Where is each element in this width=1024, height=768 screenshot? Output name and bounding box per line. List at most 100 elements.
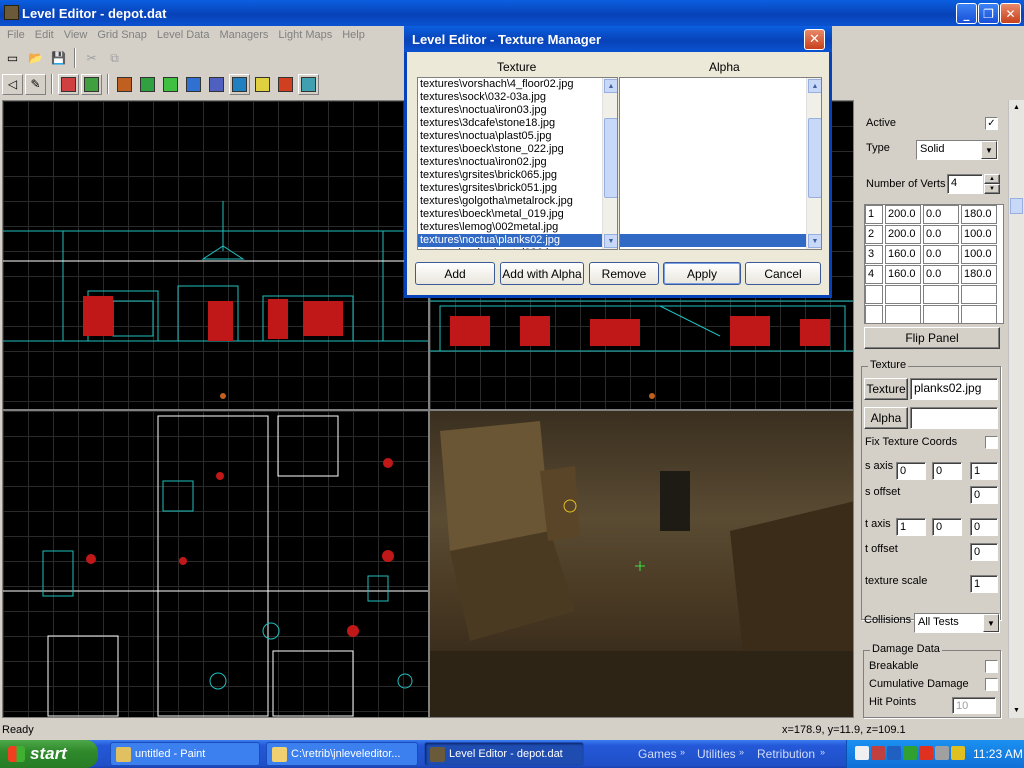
minimize-button[interactable]: _	[956, 3, 977, 24]
texture-list-item[interactable]: textures\noctua\plast05.jpg	[418, 130, 602, 143]
menu-file[interactable]: File	[2, 29, 30, 41]
vertex-tool-icon[interactable]	[58, 73, 79, 95]
texture-list-item[interactable]: textures\grsites\metal036.jpg	[418, 247, 602, 249]
vertex-coord[interactable]	[961, 305, 997, 324]
cut-icon[interactable]: ✂	[81, 48, 102, 69]
scroll-up-icon[interactable]: ▲	[808, 79, 821, 93]
cumulative-checkbox[interactable]	[985, 678, 998, 691]
menu-view[interactable]: View	[59, 29, 93, 41]
viewport-front[interactable]	[2, 100, 429, 410]
alpha-list-scrollbar[interactable]: ▲ ▼	[806, 78, 821, 249]
texture-cube-icon[interactable]	[229, 73, 250, 95]
viewport-3d-camera[interactable]	[429, 410, 854, 718]
vertex-coord[interactable]: 180.0	[961, 265, 997, 284]
light-bulb-icon[interactable]	[252, 74, 273, 95]
vertex-coord[interactable]: 0.0	[923, 265, 959, 284]
texture-name-field[interactable]: planks02.jpg	[910, 378, 998, 400]
menu-grid-snap[interactable]: Grid Snap	[92, 29, 152, 41]
task-paint[interactable]: untitled - Paint	[110, 742, 260, 766]
title-bar[interactable]: Level Editor - depot.dat _ ❐ ✕	[0, 0, 1024, 26]
monitor-icon[interactable]	[887, 746, 901, 760]
alpha-name-field[interactable]	[910, 407, 998, 429]
texture-list-item[interactable]: textures\3dcafe\stone18.jpg	[418, 117, 602, 130]
add-entity-icon[interactable]	[137, 74, 158, 95]
menu-help[interactable]: Help	[337, 29, 370, 41]
network-icon[interactable]	[855, 746, 869, 760]
security-icon[interactable]	[871, 746, 885, 760]
s-axis-y[interactable]: 0	[932, 462, 962, 480]
vertex-coord[interactable]	[885, 305, 921, 324]
vertex-coord[interactable]: 100.0	[961, 225, 997, 244]
task-explorer[interactable]: C:\retrib\jnleveleditor...	[266, 742, 418, 766]
quick-retribution[interactable]: Retribution	[757, 747, 815, 761]
dialog-close-icon[interactable]: ✕	[804, 29, 825, 50]
texture-list-scrollbar[interactable]: ▲ ▼	[602, 78, 617, 249]
vertex-coord[interactable]: 0.0	[923, 245, 959, 264]
s-axis-x[interactable]: 0	[896, 462, 926, 480]
save-icon[interactable]: 💾	[48, 48, 69, 69]
scroll-thumb[interactable]	[1010, 198, 1023, 214]
scroll-up-icon[interactable]: ▲	[1009, 100, 1024, 115]
scroll-up-icon[interactable]: ▲	[604, 79, 617, 93]
texture-button[interactable]: Texture	[864, 378, 908, 400]
close-button[interactable]: ✕	[1000, 3, 1021, 24]
t-axis-x[interactable]: 1	[896, 518, 926, 536]
vertex-coord[interactable]	[885, 285, 921, 304]
vertex-coord[interactable]	[923, 305, 959, 324]
texture-list-item[interactable]: textures\sock\032-03a.jpg	[418, 91, 602, 104]
menu-light-maps[interactable]: Light Maps	[273, 29, 337, 41]
remove-button[interactable]: Remove	[589, 262, 659, 285]
vertex-coord[interactable]: 200.0	[885, 225, 921, 244]
verts-input[interactable]: 4	[947, 174, 983, 194]
texture-list-item[interactable]: textures\grsites\brick051.jpg	[418, 182, 602, 195]
texture-list-item[interactable]: textures\golgotha\metalrock.jpg	[418, 195, 602, 208]
tex-scale-input[interactable]: 1	[970, 575, 998, 593]
flip-panel-button[interactable]: Flip Panel	[864, 327, 1000, 349]
viewport-top[interactable]	[2, 410, 429, 718]
vertex-coord[interactable]: 180.0	[961, 205, 997, 224]
menu-managers[interactable]: Managers	[214, 29, 273, 41]
scroll-down-icon[interactable]: ▼	[604, 234, 617, 248]
active-checkbox[interactable]: ✓	[985, 117, 998, 130]
green-tray-icon[interactable]	[903, 746, 917, 760]
quick-utilities[interactable]: Utilities	[697, 747, 736, 761]
verts-up-icon[interactable]: ▲	[984, 174, 1000, 184]
scroll-down-icon[interactable]: ▼	[808, 234, 821, 248]
vertex-coord[interactable]: 100.0	[961, 245, 997, 264]
path-node-icon[interactable]	[183, 74, 204, 95]
verts-down-icon[interactable]: ▼	[984, 184, 1000, 194]
copy-icon[interactable]: ⧉	[104, 48, 125, 69]
s-offset-input[interactable]: 0	[970, 486, 998, 504]
select-arrow-icon[interactable]: ◁	[2, 73, 23, 95]
vertex-coord[interactable]: 0.0	[923, 225, 959, 244]
dialog-title-bar[interactable]: Level Editor - Texture Manager	[404, 26, 832, 52]
t-axis-z[interactable]: 0	[970, 518, 998, 536]
menu-level-data[interactable]: Level Data	[152, 29, 215, 41]
vertex-coord[interactable]: 200.0	[885, 205, 921, 224]
texture-list-item[interactable]: textures\grsites\brick065.jpg	[418, 169, 602, 182]
t-axis-y[interactable]: 0	[932, 518, 962, 536]
alpha-list[interactable]: ▲ ▼	[619, 77, 822, 250]
menu-edit[interactable]: Edit	[30, 29, 59, 41]
texture-list[interactable]: textures\vorshach\4_floor02.jpg textures\…	[417, 77, 618, 250]
volume-icon[interactable]	[935, 746, 949, 760]
alpha-selected-row[interactable]	[620, 234, 806, 247]
texture-list-item[interactable]: textures\vorshach\4_floor02.jpg	[418, 78, 602, 91]
vertex-coord[interactable]	[961, 285, 997, 304]
vertex-coord[interactable]	[923, 285, 959, 304]
s-axis-z[interactable]: 1	[970, 462, 998, 480]
fix-coords-checkbox[interactable]	[985, 436, 998, 449]
breakable-checkbox[interactable]	[985, 660, 998, 673]
new-file-icon[interactable]: ▭	[2, 48, 23, 69]
entity-tool-icon[interactable]	[114, 74, 135, 95]
texture-list-item[interactable]: textures\noctua\iron02.jpg	[418, 156, 602, 169]
scroll-down-icon[interactable]: ▼	[1009, 703, 1024, 718]
texture-list-item[interactable]: textures\noctua\iron03.jpg	[418, 104, 602, 117]
hit-points-input[interactable]: 10	[952, 697, 996, 714]
scroll-thumb[interactable]	[808, 118, 821, 198]
texture-list-item[interactable]: textures\boeck\stone_022.jpg	[418, 143, 602, 156]
edge-tool-icon[interactable]	[81, 73, 102, 95]
maximize-button[interactable]: ❐	[978, 3, 999, 24]
open-folder-icon[interactable]: 📂	[25, 48, 46, 69]
t-offset-input[interactable]: 0	[970, 543, 998, 561]
